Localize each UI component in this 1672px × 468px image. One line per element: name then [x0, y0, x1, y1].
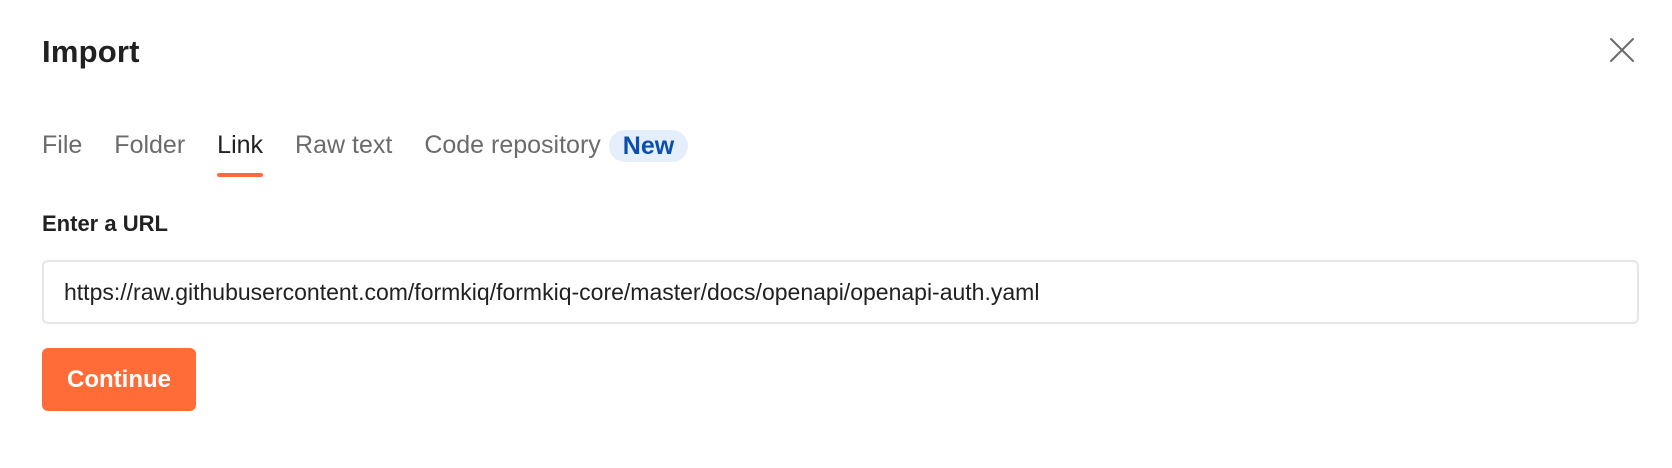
tab-folder-label: Folder [114, 131, 186, 159]
new-badge: New [608, 130, 689, 162]
tab-link-label: Link [217, 131, 264, 159]
close-icon [1610, 38, 1634, 62]
tab-link[interactable]: Link [217, 124, 263, 178]
url-input[interactable] [42, 260, 1639, 324]
tab-code-repository-label: Code repository [424, 131, 601, 159]
tab-code-repository[interactable]: Code repository New [424, 124, 689, 178]
tab-raw-text[interactable]: Raw text [295, 124, 392, 178]
close-button[interactable] [1604, 32, 1640, 68]
dialog-title: Import [42, 34, 140, 69]
tab-file-label: File [42, 131, 83, 159]
import-dialog: Import File Folder Link Raw text Code re… [0, 0, 1672, 468]
tab-raw-text-label: Raw text [295, 131, 393, 159]
url-field-label: Enter a URL [42, 211, 168, 236]
tab-file[interactable]: File [42, 124, 82, 178]
import-tabs: File Folder Link Raw text Code repositor… [42, 124, 720, 178]
continue-button[interactable]: Continue [42, 348, 196, 411]
tab-folder[interactable]: Folder [114, 124, 185, 178]
